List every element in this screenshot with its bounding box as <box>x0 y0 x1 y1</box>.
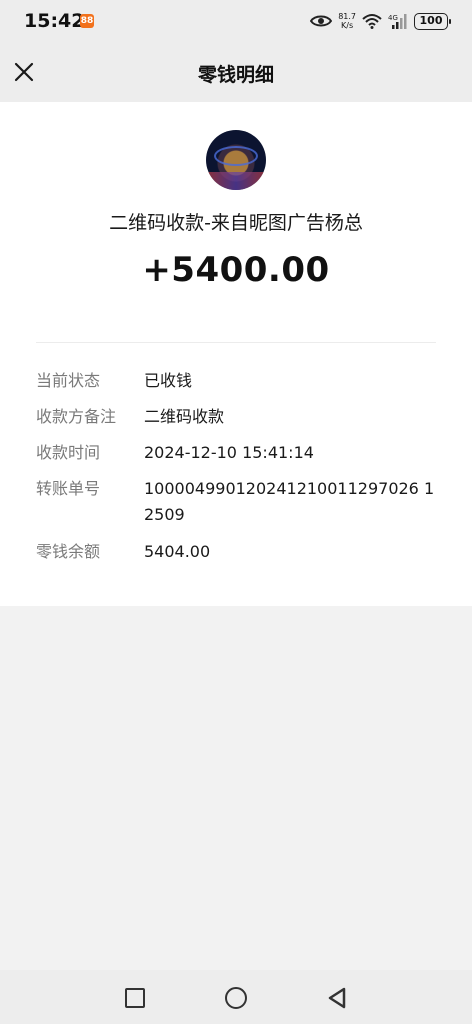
payer-avatar <box>206 130 266 190</box>
detail-label: 零钱余额 <box>36 542 101 561</box>
divider <box>36 342 436 343</box>
back-icon[interactable] <box>326 986 348 1010</box>
detail-value: 2024-12-10 15:41:14 <box>144 443 314 462</box>
detail-label: 收款时间 <box>36 443 101 462</box>
status-bar: 15:42 88 81.7 K/s 4G 100 <box>0 0 472 44</box>
detail-label: 收款方备注 <box>36 407 117 426</box>
detail-value: 100004990120241210011297026 12509 <box>144 479 435 524</box>
detail-value: 二维码收款 <box>144 407 225 426</box>
transaction-card: 二维码收款-来自昵图广告杨总 +5400.00 当前状态 已收钱 收款方备注 二… <box>0 102 472 606</box>
eye-icon <box>310 15 333 27</box>
detail-value: 5404.00 <box>144 542 211 561</box>
page-title: 零钱明细 <box>197 64 274 86</box>
wifi-icon <box>362 14 382 29</box>
header-bar: 零钱明细 <box>0 44 472 102</box>
status-icons: 81.7 K/s 4G 100 <box>310 10 451 32</box>
app-notification-icon: 88 <box>80 14 94 28</box>
status-time: 15:42 <box>24 10 85 32</box>
payer-name: 二维码收款-来自昵图广告杨总 <box>109 212 363 234</box>
network-type: 4G <box>388 14 398 22</box>
transaction-amount: +5400.00 <box>142 250 330 290</box>
detail-value: 已收钱 <box>144 371 193 390</box>
home-icon[interactable] <box>225 987 247 1009</box>
detail-label: 转账单号 <box>36 479 101 498</box>
battery-indicator: 100 <box>414 12 451 30</box>
recent-apps-icon[interactable] <box>125 988 145 1008</box>
detail-label: 当前状态 <box>36 371 101 390</box>
cellular-signal-icon: 4G <box>388 14 407 29</box>
network-speed: 81.7 K/s <box>338 12 356 30</box>
system-nav-bar <box>0 970 472 1024</box>
